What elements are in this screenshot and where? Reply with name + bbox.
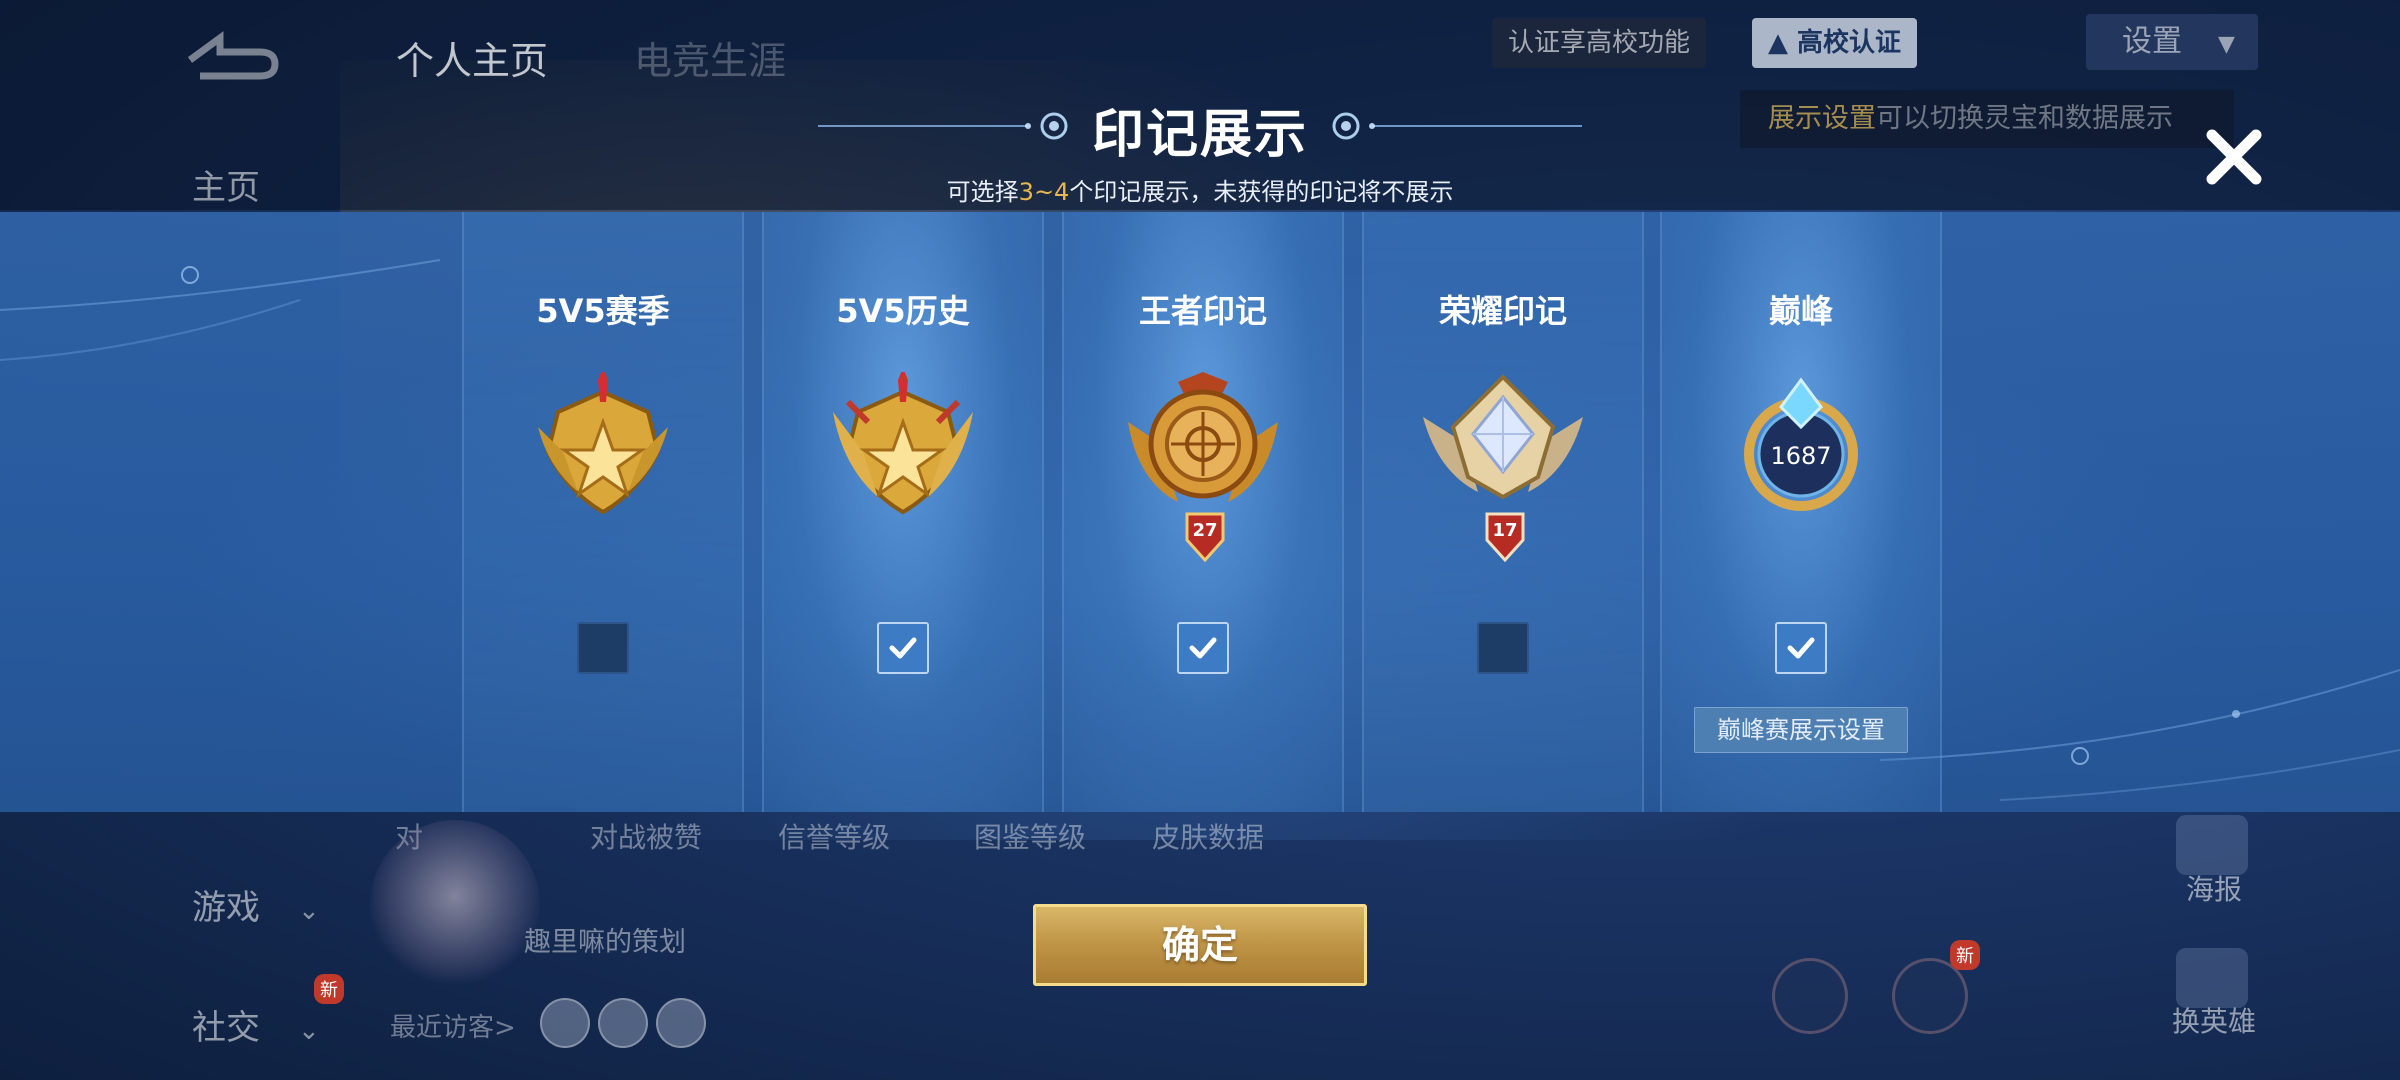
peak-badge-icon: 1687 bbox=[1744, 377, 1858, 511]
stat-label-codex[interactable]: 图鉴等级 bbox=[974, 816, 1086, 856]
stat-label-skins[interactable]: 皮肤数据 bbox=[1152, 816, 1264, 856]
avatar[interactable] bbox=[370, 820, 540, 990]
new-badge: 新 bbox=[1950, 940, 1980, 970]
stat-label-likes[interactable]: 对战被赞 bbox=[590, 816, 702, 856]
switch-hero-label[interactable]: 换英雄 bbox=[2172, 1000, 2256, 1040]
sidebar-item-label: 社交 bbox=[192, 1008, 260, 1048]
poster-label[interactable]: 海报 bbox=[2186, 868, 2242, 908]
subtitle-suffix: 个印记展示，未获得的印记将不展示 bbox=[1069, 178, 1454, 206]
recent-visitors-link[interactable]: 最近访客> bbox=[390, 1007, 516, 1044]
mark-card-5v5-season[interactable]: 5V5赛季 bbox=[462, 212, 744, 812]
university-certification-label: 高校认证 bbox=[1797, 28, 1902, 58]
stat-label-credit[interactable]: 信誉等级 bbox=[778, 816, 890, 856]
mark-title: 王者印记 bbox=[1138, 292, 1267, 330]
glory-mark-number: 17 bbox=[1492, 520, 1517, 541]
player-nickname: 趣里嘛的策划 bbox=[524, 927, 686, 958]
mark-checkbox[interactable] bbox=[1775, 622, 1827, 674]
confirm-button[interactable]: 确定 bbox=[1033, 904, 1367, 986]
king-mark-number: 27 bbox=[1192, 520, 1217, 541]
peak-score: 1687 bbox=[1770, 442, 1831, 470]
mark-checkbox[interactable] bbox=[1477, 622, 1529, 674]
gold-star-badge-icon bbox=[833, 372, 973, 515]
mark-card-peak[interactable]: 巅峰 1687 巅峰赛展示设置 bbox=[1660, 212, 1942, 812]
sidebar-item-label: 游戏 bbox=[192, 888, 260, 928]
mark-checkbox[interactable] bbox=[1177, 622, 1229, 674]
mark-title: 5V5赛季 bbox=[536, 292, 670, 330]
certification-hint[interactable]: 认证享高校功能 bbox=[1492, 18, 1707, 68]
modal-subtitle: 可选择3~4个印记展示，未获得的印记将不展示 bbox=[0, 172, 2400, 207]
peak-display-settings-button[interactable]: 巅峰赛展示设置 bbox=[1694, 707, 1908, 753]
subtitle-prefix: 可选择 bbox=[946, 178, 1019, 206]
visitor-avatar[interactable] bbox=[656, 998, 706, 1048]
visitor-avatar[interactable] bbox=[540, 998, 590, 1048]
visitor-avatar[interactable] bbox=[598, 998, 648, 1048]
close-icon[interactable] bbox=[2202, 125, 2266, 189]
back-arrow-icon[interactable] bbox=[180, 30, 280, 82]
tab-esports-career[interactable]: 电竞生涯 bbox=[634, 30, 786, 85]
university-certification-button[interactable]: ▲ 高校认证 bbox=[1752, 18, 1918, 68]
glory-mark-number-shield: 17 bbox=[1485, 512, 1525, 562]
switch-hero-icon[interactable] bbox=[2176, 948, 2248, 1008]
mark-card-glory-mark[interactable]: 荣耀印记 17 bbox=[1362, 212, 1644, 812]
figure-icon[interactable] bbox=[1772, 958, 1848, 1034]
checkmark-icon bbox=[1787, 637, 1815, 659]
mark-title: 荣耀印记 bbox=[1438, 292, 1567, 330]
mark-card-king-mark[interactable]: 王者印记 27 bbox=[1062, 212, 1344, 812]
mark-title: 5V5历史 bbox=[836, 292, 970, 330]
checkmark-icon bbox=[889, 637, 917, 659]
chevron-down-icon: ⌄ bbox=[298, 896, 320, 926]
chevron-down-icon: ⌄ bbox=[298, 1016, 320, 1046]
gold-star-badge-icon bbox=[538, 372, 668, 515]
settings-button[interactable]: 设置 ▼ bbox=[2086, 14, 2258, 70]
settings-label: 设置 bbox=[2122, 24, 2182, 59]
chevron-down-icon: ▼ bbox=[2218, 32, 2235, 57]
new-badge: 新 bbox=[314, 974, 344, 1004]
tab-personal-home[interactable]: 个人主页 bbox=[396, 30, 548, 85]
mark-checkbox[interactable] bbox=[877, 622, 929, 674]
poster-icon[interactable] bbox=[2176, 815, 2248, 875]
checkmark-icon bbox=[1189, 637, 1217, 659]
mark-checkbox[interactable] bbox=[577, 622, 629, 674]
king-mark-number-shield: 27 bbox=[1185, 512, 1225, 562]
mark-card-5v5-history[interactable]: 5V5历史 bbox=[762, 212, 1044, 812]
subtitle-range: 3~4 bbox=[1018, 178, 1070, 206]
modal-title: 印记展示 bbox=[1091, 105, 1308, 165]
mark-title: 巅峰 bbox=[1768, 292, 1833, 330]
sidebar-item-social[interactable]: 社交 ⌄ bbox=[192, 1000, 320, 1049]
king-mark-badge-icon bbox=[1128, 372, 1278, 502]
glory-mark-badge-icon bbox=[1423, 374, 1583, 500]
sidebar-item-game[interactable]: 游戏 ⌄ bbox=[192, 880, 320, 929]
